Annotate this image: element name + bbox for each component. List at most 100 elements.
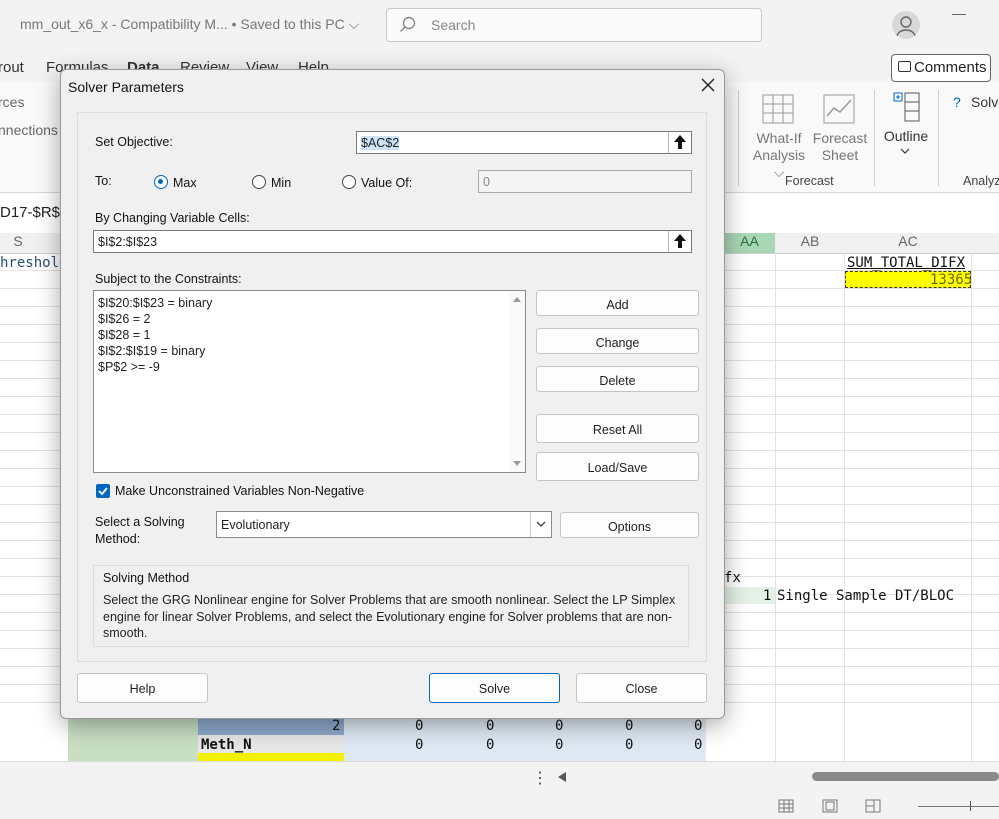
- cell-zero[interactable]: 0: [415, 718, 423, 734]
- table-fill: [198, 753, 344, 761]
- col-header-aa[interactable]: AA: [724, 233, 775, 254]
- gridline: [0, 522, 60, 523]
- collapse-dialog-button[interactable]: [668, 231, 691, 252]
- cell-zero[interactable]: 0: [555, 737, 563, 753]
- cell-sum-total-difx[interactable]: SUM_TOTAL_DIFX: [847, 255, 965, 271]
- gridline: [0, 540, 60, 541]
- ribbon-queries-item[interactable]: rces: [0, 94, 24, 110]
- gridline: [724, 450, 999, 451]
- cell-two[interactable]: 2: [332, 718, 340, 734]
- change-button[interactable]: Change: [536, 328, 699, 354]
- outline-icon: [893, 92, 920, 122]
- group-forecast-label: Forecast: [785, 174, 834, 188]
- radio-max[interactable]: [154, 175, 168, 189]
- radio-min-label[interactable]: Min: [271, 176, 291, 190]
- scroll-up-icon[interactable]: [513, 297, 521, 302]
- horizontal-scrollbar-thumb[interactable]: [812, 772, 999, 781]
- avatar[interactable]: [892, 11, 920, 39]
- solving-method-select[interactable]: Evolutionary: [216, 511, 552, 538]
- radio-value-of-label[interactable]: Value Of:: [361, 176, 412, 190]
- ribbon-separator: [874, 90, 875, 186]
- changing-cells-label: By Changing Variable Cells:: [95, 211, 250, 225]
- cell-zero[interactable]: 0: [694, 737, 702, 753]
- page-layout-icon[interactable]: [822, 799, 838, 813]
- changing-cells-value: $I$2:$I$23: [98, 235, 158, 249]
- make-nonnegative-label[interactable]: Make Unconstrained Variables Non-Negativ…: [115, 484, 364, 498]
- cell-meth-n[interactable]: Meth_N: [201, 737, 252, 753]
- cell-zero[interactable]: 0: [694, 718, 702, 734]
- add-button[interactable]: Add: [536, 290, 699, 316]
- solver-button[interactable]: Solve: [971, 94, 999, 110]
- constraint-item[interactable]: $P$2 >= -9: [98, 360, 160, 374]
- set-objective-label: Set Objective:: [95, 135, 173, 149]
- comments-label: Comments: [914, 59, 987, 76]
- delete-button-label: Delete: [599, 374, 636, 388]
- document-title[interactable]: mm_out_x6_x - Compatibility M... • Saved…: [20, 16, 359, 33]
- constraint-item[interactable]: $I$20:$I$23 = binary: [98, 296, 212, 310]
- name-box[interactable]: D17-$R$1: [0, 204, 68, 221]
- col-header-ab[interactable]: AB: [776, 233, 844, 254]
- cell-single-sample[interactable]: Single Sample DT/BLOC: [777, 588, 954, 604]
- col-header-ac[interactable]: AC: [845, 233, 971, 254]
- changing-cells-input[interactable]: $I$2:$I$23: [93, 230, 692, 253]
- tab-layout[interactable]: rout: [0, 59, 24, 76]
- gridline: [724, 360, 999, 361]
- reset-all-button[interactable]: Reset All: [536, 414, 699, 443]
- constraints-list[interactable]: $I$20:$I$23 = binary $I$26 = 2 $I$28 = 1…: [93, 290, 526, 473]
- cell-zero[interactable]: 0: [486, 718, 494, 734]
- normal-view-icon[interactable]: [778, 799, 794, 813]
- close-button[interactable]: Close: [576, 673, 707, 703]
- scroll-down-icon[interactable]: [513, 461, 521, 466]
- gridline: [724, 432, 999, 433]
- gridline: [0, 612, 60, 613]
- col-header-s[interactable]: S: [0, 233, 36, 254]
- gridline: [0, 378, 60, 379]
- gridline: [724, 396, 999, 397]
- cell-one[interactable]: 1: [763, 588, 771, 604]
- search-input[interactable]: Search: [386, 8, 762, 42]
- chevron-down-icon[interactable]: [530, 512, 551, 537]
- page-break-preview-icon[interactable]: [865, 799, 881, 813]
- radio-value-of[interactable]: [342, 175, 356, 189]
- cell-fx-label[interactable]: fx: [724, 570, 741, 586]
- value-of-input[interactable]: 0: [478, 170, 692, 193]
- help-button[interactable]: Help: [77, 673, 208, 703]
- constraint-item[interactable]: $I$28 = 1: [98, 328, 150, 342]
- options-button[interactable]: Options: [560, 512, 699, 538]
- cell-zero[interactable]: 0: [625, 737, 633, 753]
- load-save-button[interactable]: Load/Save: [536, 452, 699, 481]
- zoom-slider[interactable]: [918, 806, 999, 807]
- close-icon[interactable]: [697, 74, 719, 96]
- delete-button[interactable]: Delete: [536, 366, 699, 392]
- set-objective-input[interactable]: $AC$2: [356, 131, 692, 154]
- radio-max-label[interactable]: Max: [173, 176, 197, 190]
- zoom-slider-thumb[interactable]: [970, 801, 971, 811]
- cell-zero[interactable]: 0: [486, 737, 494, 753]
- make-nonnegative-checkbox[interactable]: [96, 484, 110, 498]
- outline-button[interactable]: Outline: [880, 128, 932, 144]
- constraints-scrollbar[interactable]: [509, 291, 525, 472]
- radio-min[interactable]: [252, 175, 266, 189]
- constraint-item[interactable]: $I$2:$I$19 = binary: [98, 344, 205, 358]
- more-options-icon[interactable]: ⋮: [532, 768, 548, 788]
- forecast-sheet-button[interactable]: Forecast Sheet: [812, 130, 868, 164]
- cell-threshold[interactable]: hreshold: [0, 255, 67, 271]
- gridline: [724, 630, 999, 631]
- minimize-button[interactable]: [952, 14, 966, 15]
- select-method-label-2: Method:: [95, 532, 141, 546]
- gridline: [0, 666, 60, 667]
- ribbon-connections-item[interactable]: nnections: [0, 122, 58, 138]
- ribbon-separator: [938, 90, 939, 186]
- gridline: [724, 666, 999, 667]
- comments-button[interactable]: Comments: [891, 54, 991, 82]
- cell-zero[interactable]: 0: [625, 718, 633, 734]
- cell-zero[interactable]: 0: [415, 737, 423, 753]
- gridline: [0, 648, 60, 649]
- gridline: [0, 324, 60, 325]
- gridline: [0, 594, 60, 595]
- solve-button[interactable]: Solve: [429, 673, 560, 703]
- collapse-dialog-button[interactable]: [668, 132, 691, 153]
- constraint-item[interactable]: $I$26 = 2: [98, 312, 150, 326]
- cell-zero[interactable]: 0: [555, 718, 563, 734]
- scroll-left-icon[interactable]: [557, 771, 567, 783]
